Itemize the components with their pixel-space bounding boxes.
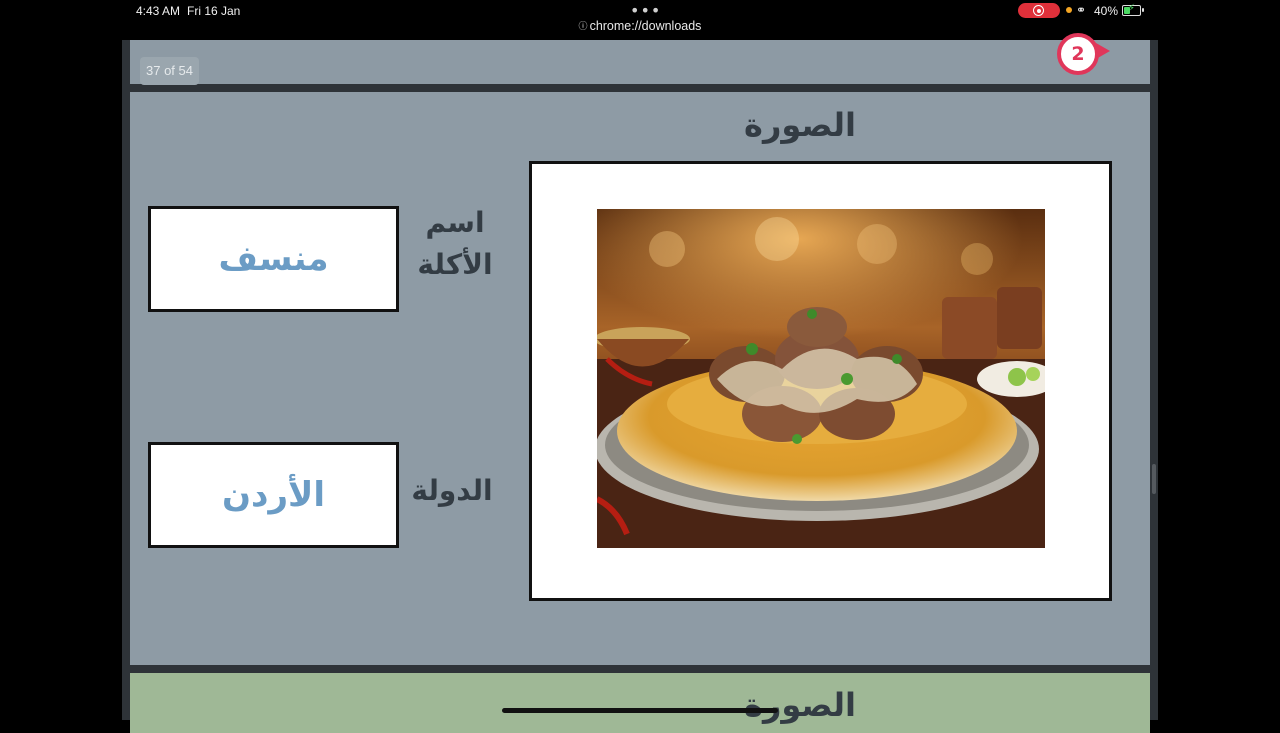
url-text: chrome://downloads — [589, 19, 702, 33]
info-icon: ⓘ — [578, 21, 588, 31]
number-badge: 2 — [1057, 33, 1099, 75]
status-bar: 4:43 AM Fri 16 Jan ••• ⓘ chrome://downloa… — [0, 0, 1280, 40]
screen-record-icon[interactable] — [1018, 3, 1060, 18]
date-text: Fri 16 Jan — [187, 4, 241, 18]
mic-indicator-icon — [1066, 7, 1072, 13]
page-counter: 37 of 54 — [140, 57, 199, 85]
scrollbar-handle[interactable] — [1152, 464, 1156, 494]
mansaf-photo — [597, 209, 1045, 548]
dish-name-label: اسم الأكلة — [417, 206, 493, 281]
clock-time: 4:43 AM — [136, 4, 181, 18]
home-indicator[interactable] — [502, 708, 778, 713]
dish-name-box: منسف — [148, 206, 399, 312]
next-slide-heading: الصورة — [744, 686, 856, 724]
battery-icon: ⚡ — [1122, 3, 1144, 16]
more-dots-icon[interactable]: ••• — [630, 1, 661, 20]
link-icon: ⚭ — [1076, 3, 1087, 17]
country-box: الأردن — [148, 442, 399, 548]
picture-heading: الصورة — [744, 106, 856, 144]
next-slide — [130, 673, 1150, 733]
country-label: الدولة — [411, 474, 493, 507]
previous-slide-bottom — [130, 40, 1150, 84]
battery-percent: 40% — [1094, 4, 1119, 18]
address-bar[interactable]: ⓘ chrome://downloads — [560, 19, 720, 33]
